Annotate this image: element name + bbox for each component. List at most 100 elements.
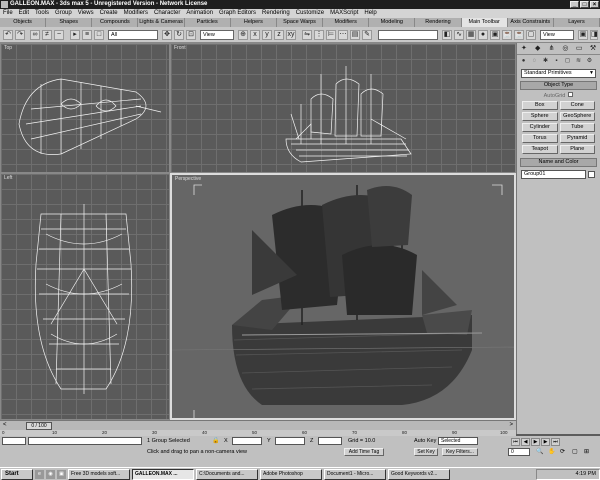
menu-animation[interactable]: Animation xyxy=(186,9,213,18)
select-by-name-icon[interactable]: ≡ xyxy=(82,30,92,40)
named-selection-icon[interactable]: ✎ xyxy=(362,30,372,40)
menu-maxscript[interactable]: MAXScript xyxy=(330,9,358,18)
taskbar-item[interactable]: C:\Documents and... xyxy=(196,468,258,480)
create-tab-icon[interactable]: ✦ xyxy=(517,43,531,54)
axis-y-icon[interactable]: y xyxy=(262,30,272,40)
pan-icon[interactable]: ✋ xyxy=(548,448,555,455)
next-key-icon[interactable]: ▶ xyxy=(541,438,550,446)
systems-icon[interactable]: ⚙ xyxy=(585,57,594,65)
reference-coordinate-dropdown[interactable]: View xyxy=(200,30,234,40)
category-dropdown[interactable]: Standard Primitives ▼ xyxy=(521,69,596,78)
geometry-icon[interactable]: ● xyxy=(519,57,528,65)
plane-button[interactable]: Plane xyxy=(559,145,595,154)
tab-objects[interactable]: Objects xyxy=(0,18,47,27)
taskbar-item-active[interactable]: GALLEON.MAX ... xyxy=(132,468,194,480)
menu-help[interactable]: Help xyxy=(364,9,376,18)
zoom-icon[interactable]: 🔍 xyxy=(536,448,543,455)
viewport-front[interactable]: Front xyxy=(170,43,516,173)
cameras-icon[interactable]: ▪ xyxy=(552,57,561,65)
box-button[interactable]: Box xyxy=(522,101,558,110)
schematic-view-icon[interactable]: ▦ xyxy=(466,30,476,40)
menu-edit[interactable]: Edit xyxy=(19,9,29,18)
x-coordinate-field[interactable] xyxy=(232,437,262,445)
link-icon[interactable]: ∞ xyxy=(30,30,40,40)
render-last-icon[interactable]: ▣ xyxy=(578,30,588,40)
align-icon[interactable]: ⊨ xyxy=(326,30,336,40)
snapshot-icon[interactable]: ▤ xyxy=(350,30,360,40)
mirror-icon[interactable]: ⇋ xyxy=(302,30,312,40)
active-shade-icon[interactable]: ◨ xyxy=(590,30,598,40)
pyramid-button[interactable]: Pyramid xyxy=(559,134,595,143)
maximize-button[interactable]: □ xyxy=(580,1,589,8)
menu-views[interactable]: Views xyxy=(78,9,94,18)
helpers-icon[interactable]: ◻ xyxy=(563,57,572,65)
quick-launch-icon[interactable]: e xyxy=(35,469,44,479)
lights-icon[interactable]: ✱ xyxy=(541,57,550,65)
lock-selection-icon[interactable]: 🔒 xyxy=(212,437,219,444)
material-editor-icon[interactable]: ● xyxy=(478,30,488,40)
undo-icon[interactable]: ↶ xyxy=(3,30,13,40)
named-selection-set-dropdown[interactable] xyxy=(378,30,438,40)
unlink-icon[interactable]: ≠ xyxy=(42,30,52,40)
render-type-icon[interactable]: ▢ xyxy=(526,30,536,40)
quick-launch-icon[interactable]: ▣ xyxy=(57,469,66,479)
menu-character[interactable]: Character xyxy=(154,9,180,18)
tab-lights-cameras[interactable]: Lights & Cameras xyxy=(138,18,185,27)
utilities-tab-icon[interactable]: ⚒ xyxy=(586,43,600,54)
tab-axis-constraints[interactable]: Axis Constraints xyxy=(507,18,554,27)
color-swatch[interactable] xyxy=(588,171,595,178)
menu-rendering[interactable]: Rendering xyxy=(262,9,290,18)
time-slider[interactable]: 0 / 100 xyxy=(26,422,52,430)
key-mode-dropdown[interactable]: Selected xyxy=(438,437,478,445)
axis-z-icon[interactable]: z xyxy=(274,30,284,40)
start-button[interactable]: Start xyxy=(1,468,33,480)
menu-group[interactable]: Group xyxy=(55,9,72,18)
taskbar-item[interactable]: Document1 - Micro... xyxy=(324,468,386,480)
redo-icon[interactable]: ↷ xyxy=(15,30,25,40)
motion-tab-icon[interactable]: ◎ xyxy=(558,43,572,54)
current-frame-field[interactable]: 0 xyxy=(508,448,530,456)
add-time-tag-button[interactable]: Add Time Tag xyxy=(344,448,384,456)
axis-xy-icon[interactable]: xy xyxy=(286,30,296,40)
go-to-end-icon[interactable]: ⏭ xyxy=(551,438,560,446)
tab-space-warps[interactable]: Space Warps xyxy=(276,18,324,27)
time-slider-track[interactable]: < 0 / 100 > xyxy=(0,420,516,430)
select-move-icon[interactable]: ✥ xyxy=(162,30,172,40)
go-to-start-icon[interactable]: ⏮ xyxy=(511,438,520,446)
zoom-extents-icon[interactable]: ⊞ xyxy=(584,448,589,455)
quick-render-icon[interactable]: ☕ xyxy=(502,30,512,40)
key-filters-button[interactable]: Key Filters... xyxy=(442,448,478,456)
set-key-button[interactable]: Set Key xyxy=(414,448,438,456)
viewport-left[interactable]: Left xyxy=(0,173,170,420)
menu-modifiers[interactable]: Modifiers xyxy=(124,9,148,18)
tab-particles[interactable]: Particles xyxy=(184,18,231,27)
select-object-icon[interactable]: ▸ xyxy=(70,30,80,40)
taskbar-item[interactable]: Adobe Photoshop xyxy=(260,468,322,480)
viewport-perspective[interactable]: Perspective xyxy=(170,173,516,420)
name-and-color-rollout[interactable]: Name and Color xyxy=(520,158,597,167)
quick-launch-icon[interactable]: ◉ xyxy=(46,469,55,479)
maxscript-mini-listener[interactable] xyxy=(2,437,26,445)
minimize-button[interactable]: _ xyxy=(570,1,579,8)
tube-button[interactable]: Tube xyxy=(559,123,595,132)
bind-spacewarp-icon[interactable]: ~ xyxy=(54,30,64,40)
render-scene-icon[interactable]: ▣ xyxy=(490,30,500,40)
cylinder-button[interactable]: Cylinder xyxy=(522,123,558,132)
viewport-top[interactable]: Top xyxy=(0,43,170,173)
pivot-center-icon[interactable]: ⊕ xyxy=(238,30,248,40)
axis-x-icon[interactable]: x xyxy=(250,30,260,40)
hierarchy-tab-icon[interactable]: ⋔ xyxy=(545,43,559,54)
tab-rendering[interactable]: Rendering xyxy=(415,18,462,27)
tab-modifiers[interactable]: Modifiers xyxy=(323,18,370,27)
tab-helpers[interactable]: Helpers xyxy=(230,18,277,27)
tab-shapes[interactable]: Shapes xyxy=(46,18,93,27)
object-type-rollout[interactable]: Object Type xyxy=(520,81,597,90)
y-coordinate-field[interactable] xyxy=(275,437,305,445)
close-button[interactable]: × xyxy=(590,1,599,8)
array-icon[interactable]: ⋮ xyxy=(314,30,324,40)
selection-filter-dropdown[interactable]: All xyxy=(108,30,158,40)
display-tab-icon[interactable]: ▭ xyxy=(572,43,586,54)
menu-file[interactable]: File xyxy=(3,9,13,18)
taskbar-item[interactable]: Free 3D models soft... xyxy=(68,468,130,480)
tab-main-toolbar[interactable]: Main Toolbar xyxy=(461,18,508,27)
